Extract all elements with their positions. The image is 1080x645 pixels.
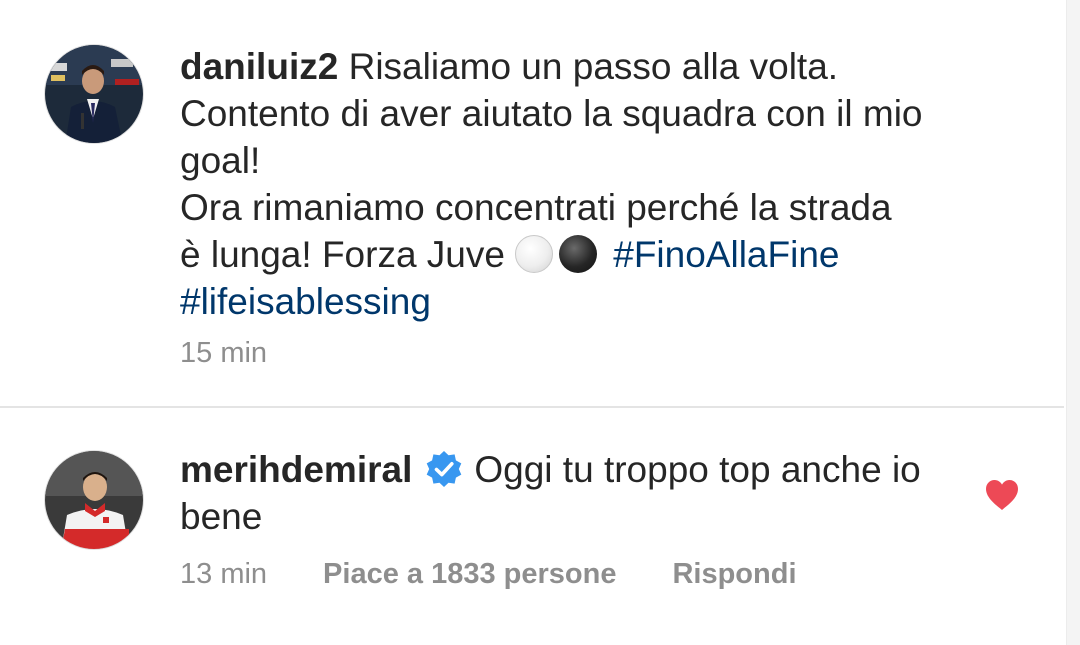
likes-count-link[interactable]: Piace a 1833 persone <box>323 558 616 591</box>
caption-line-1: daniluiz2 Risaliamo un passo alla volta. <box>180 46 839 87</box>
caption-line-6: #lifeisablessing <box>180 278 980 325</box>
comment-meta: 13 min Piace a 1833 persone Rispondi <box>180 558 797 591</box>
heart-icon[interactable] <box>984 478 1020 512</box>
comment-line-1: merihdemiral Oggi tu troppo top anche io <box>180 449 921 490</box>
caption-author-avatar[interactable] <box>44 44 144 144</box>
caption-meta: 15 min <box>180 337 267 370</box>
caption-line-3: goal! <box>180 140 261 181</box>
caption-username[interactable]: daniluiz2 <box>180 46 338 87</box>
comment-line-2: bene <box>180 496 263 537</box>
caption-timestamp: 15 min <box>180 337 268 369</box>
post-caption: daniluiz2 Risaliamo un passo alla volta.… <box>0 0 1064 405</box>
comment-author-avatar[interactable] <box>44 450 144 550</box>
hashtag-link[interactable]: #lifeisablessing <box>180 281 431 322</box>
comment-text: merihdemiral Oggi tu troppo top anche io … <box>180 446 970 540</box>
reply-button[interactable]: Rispondi <box>672 558 796 591</box>
comment-timestamp: 13 min <box>180 558 268 590</box>
verified-badge-icon <box>427 451 462 487</box>
caption-line-4: Ora rimaniamo concentrati perché la stra… <box>180 187 892 228</box>
scrollbar[interactable] <box>1066 0 1080 645</box>
comments-screen: daniluiz2 Risaliamo un passo alla volta.… <box>0 0 1080 645</box>
black-circle-emoji-icon <box>559 235 598 273</box>
caption-line-2: Contento di aver aiutato la squadra con … <box>180 93 923 134</box>
hashtag-link[interactable]: #FinoAllaFine <box>613 234 839 275</box>
caption-text: daniluiz2 Risaliamo un passo alla volta.… <box>180 43 980 325</box>
comment-username[interactable]: merihdemiral <box>180 449 412 490</box>
comment-item: merihdemiral Oggi tu troppo top anche io … <box>0 408 1064 645</box>
caption-line-5: è lunga! Forza Juve #FinoAllaFine <box>180 234 840 275</box>
white-circle-emoji-icon <box>515 235 554 273</box>
